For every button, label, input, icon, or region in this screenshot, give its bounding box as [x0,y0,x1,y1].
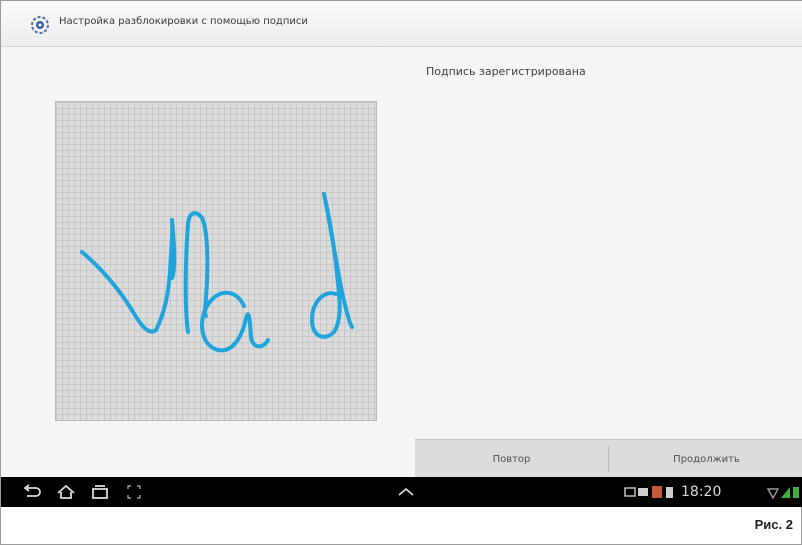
up-arrow-icon[interactable] [395,483,417,501]
notification-icons [624,486,673,498]
no-sim-icon [652,486,662,498]
home-icon[interactable] [55,483,77,501]
gear-eye-icon[interactable] [27,14,53,36]
clock-time: 18:20 [681,484,722,500]
signature-status: Подпись зарегистрирована [426,65,586,78]
tablet-screen: Настройка разблокировки с помощью подпис… [1,1,802,507]
window-title: Настройка разблокировки с помощью подпис… [59,16,308,27]
retry-button[interactable]: Повтор [415,440,608,478]
action-bar: Повтор Продолжить [415,439,802,477]
signature-stroke-a [200,290,270,353]
signature-stroke-d [310,192,354,339]
wifi-icon [766,488,780,500]
figure-label: Рис. 2 [754,517,793,532]
battery-small-icon [666,487,673,498]
email-icon [638,488,648,496]
title-bar: Настройка разблокировки с помощью подпис… [1,1,802,47]
gallery-icon [624,487,636,497]
back-icon[interactable] [21,483,43,501]
figure-frame: Настройка разблокировки с помощью подпис… [0,0,802,545]
signature-drawing [80,192,354,353]
signature-pad[interactable] [55,101,377,421]
system-navigation-bar: 18:20 [1,477,802,507]
signature-stroke-v [80,218,177,334]
screenshot-icon[interactable] [123,483,145,501]
continue-button[interactable]: Продолжить [610,440,802,478]
button-divider [608,446,609,472]
recent-apps-icon[interactable] [89,483,111,501]
signal-icon [781,487,790,498]
battery-icon [793,487,799,498]
connectivity-icons [766,487,799,500]
